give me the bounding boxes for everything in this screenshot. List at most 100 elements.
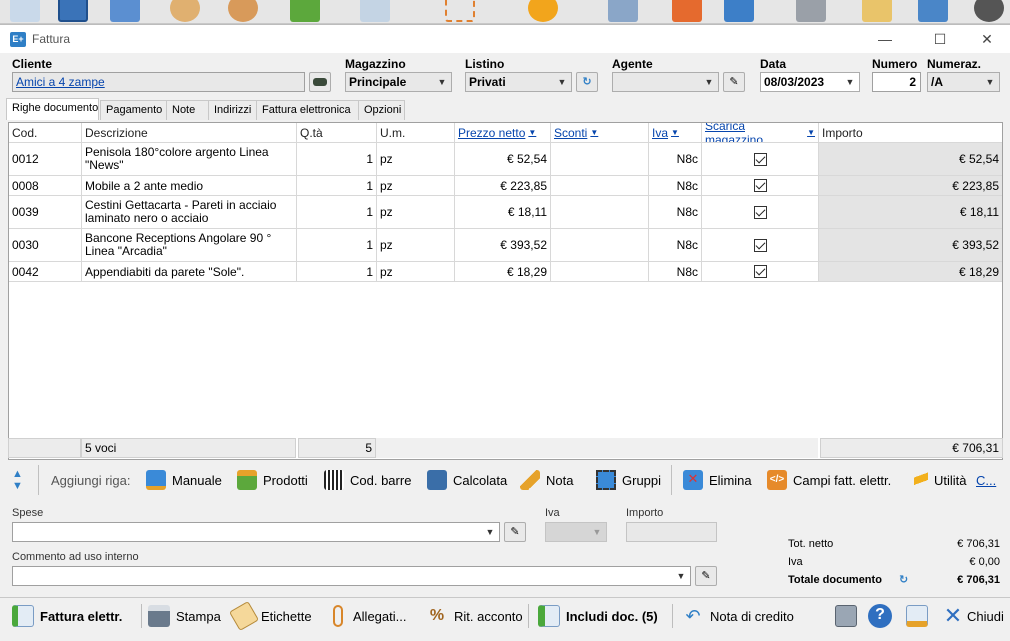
folder-icon[interactable] (862, 0, 892, 22)
manuale-button[interactable]: Manuale (146, 463, 222, 497)
scarica-checkbox[interactable] (753, 265, 767, 278)
table-row[interactable]: 0030 Bancone Receptions Angolare 90 ° Li… (9, 229, 1002, 262)
etichette-button[interactable]: Etichette (228, 600, 312, 632)
edit-commento-button[interactable]: ✎ (695, 566, 717, 586)
nota-credito-button[interactable]: ↶ Nota di credito (682, 602, 793, 630)
spreadsheet-icon[interactable] (724, 0, 754, 22)
cell-sconti[interactable] (551, 176, 649, 195)
products-icon[interactable] (290, 0, 320, 22)
prodotti-button[interactable]: Prodotti (237, 463, 308, 497)
euro-icon[interactable] (528, 0, 558, 22)
scarica-checkbox[interactable] (753, 179, 767, 192)
cell-qta[interactable]: 1 (297, 196, 377, 228)
cell-um[interactable]: pz (377, 196, 455, 228)
cell-iva[interactable]: N8c (649, 176, 702, 195)
binoculars-button[interactable] (309, 72, 331, 92)
cell-prezzo[interactable]: € 223,85 (455, 176, 551, 195)
cell-qta[interactable]: 1 (297, 262, 377, 281)
cell-scarica[interactable] (702, 176, 819, 195)
scarica-checkbox[interactable] (753, 152, 767, 166)
commento-select[interactable]: ▼ (12, 566, 691, 586)
calcolata-button[interactable]: Calcolata (427, 463, 507, 497)
cell-prezzo[interactable]: € 18,29 (455, 262, 551, 281)
cell-um[interactable]: pz (377, 229, 455, 261)
utilita-button[interactable]: Utilità (914, 463, 967, 497)
list-icon[interactable] (918, 0, 948, 22)
elimina-button[interactable]: ✕ Elimina (683, 463, 752, 497)
cell-sconti[interactable] (551, 262, 649, 281)
tab-opzioni[interactable]: Opzioni (358, 100, 405, 120)
cell-cod[interactable]: 0012 (9, 143, 82, 175)
cell-cod[interactable]: 0039 (9, 196, 82, 228)
cell-cod[interactable]: 0030 (9, 229, 82, 261)
gruppi-button[interactable]: Gruppi (596, 463, 661, 497)
cell-descrizione[interactable]: Mobile a 2 ante medio (82, 176, 297, 195)
edit-spese-button[interactable]: ✎ (504, 522, 526, 542)
scarica-checkbox[interactable] (753, 205, 767, 219)
calendar-icon[interactable] (672, 0, 702, 22)
fattura-elettr-button[interactable]: Fattura elettr. (12, 602, 122, 630)
calculator-button[interactable] (835, 602, 857, 630)
col-iva[interactable]: Iva ▼ (649, 123, 702, 142)
customer-icon[interactable] (170, 0, 200, 22)
cell-um[interactable]: pz (377, 262, 455, 281)
cell-iva[interactable]: N8c (649, 143, 702, 175)
close-window-button[interactable]: ✕ (972, 29, 1002, 49)
camera-icon[interactable] (58, 0, 88, 22)
tools-icon[interactable] (796, 0, 826, 22)
help-button[interactable]: ? (868, 602, 892, 630)
cell-prezzo[interactable]: € 52,54 (455, 143, 551, 175)
tab-note[interactable]: Note (166, 100, 209, 120)
more-link[interactable]: C... (976, 463, 996, 497)
numeraz-select[interactable]: /A ▼ (927, 72, 1000, 92)
col-cod[interactable]: Cod. (9, 123, 82, 142)
home-icon[interactable] (110, 0, 140, 22)
tab-fattura-elettronica[interactable]: Fattura elettronica (256, 100, 359, 120)
numero-field[interactable]: 2 (872, 72, 921, 92)
scarica-checkbox[interactable] (753, 238, 767, 252)
stampa-button[interactable]: Stampa (148, 602, 221, 630)
cliente-field[interactable]: Amici a 4 zampe (12, 72, 305, 92)
cell-sconti[interactable] (551, 196, 649, 228)
crosshair-icon[interactable] (445, 0, 475, 22)
cell-prezzo[interactable]: € 18,11 (455, 196, 551, 228)
table-row[interactable]: 0012 Penisola 180°colore argento Linea "… (9, 143, 1002, 176)
network-icon[interactable] (608, 0, 638, 22)
data-picker[interactable]: 08/03/2023 ▼ (760, 72, 860, 92)
supplier-icon[interactable] (228, 0, 258, 22)
cell-um[interactable]: pz (377, 176, 455, 195)
cell-sconti[interactable] (551, 143, 649, 175)
move-row-buttons[interactable]: ▲ ▼ (12, 463, 23, 497)
col-sconti[interactable]: Sconti ▼ (551, 123, 649, 142)
table-row[interactable]: 0008 Mobile a 2 ante medio 1 pz € 223,85… (9, 176, 1002, 196)
edit-agente-button[interactable]: ✎ (723, 72, 745, 92)
document-icon[interactable] (10, 0, 40, 22)
cell-cod[interactable]: 0008 (9, 176, 82, 195)
cell-sconti[interactable] (551, 229, 649, 261)
help-icon[interactable] (974, 0, 1004, 22)
cell-iva[interactable]: N8c (649, 262, 702, 281)
cell-descrizione[interactable]: Penisola 180°colore argento Linea "News" (82, 143, 297, 175)
cell-descrizione[interactable]: Appendiabiti da parete "Sole". (82, 262, 297, 281)
cell-descrizione[interactable]: Bancone Receptions Angolare 90 ° Linea "… (82, 229, 297, 261)
cell-qta[interactable]: 1 (297, 229, 377, 261)
campi-fatt-elettr-button[interactable]: </> Campi fatt. elettr. (767, 463, 891, 497)
col-um[interactable]: U.m. (377, 123, 455, 142)
cell-um[interactable]: pz (377, 143, 455, 175)
cliente-link[interactable]: Amici a 4 zampe (16, 75, 105, 89)
rit-acconto-button[interactable]: % Rit. acconto (426, 602, 523, 630)
col-descrizione[interactable]: Descrizione (82, 123, 297, 142)
magazzino-select[interactable]: Principale ▼ (345, 72, 452, 92)
cell-qta[interactable]: 1 (297, 143, 377, 175)
document-info-button[interactable] (906, 602, 928, 630)
refresh-listino-button[interactable]: ↻ (576, 72, 598, 92)
cell-scarica[interactable] (702, 229, 819, 261)
allegati-button[interactable]: Allegati... (327, 602, 406, 630)
documents-icon[interactable] (360, 0, 390, 22)
col-importo[interactable]: Importo (819, 123, 1002, 142)
minimize-button[interactable]: — (870, 29, 900, 49)
cod-barre-button[interactable]: Cod. barre (324, 463, 411, 497)
table-row[interactable]: 0039 Cestini Gettacarta - Pareti in acci… (9, 196, 1002, 229)
tab-indirizzi[interactable]: Indirizzi (208, 100, 257, 120)
spese-select[interactable]: ▼ (12, 522, 500, 542)
